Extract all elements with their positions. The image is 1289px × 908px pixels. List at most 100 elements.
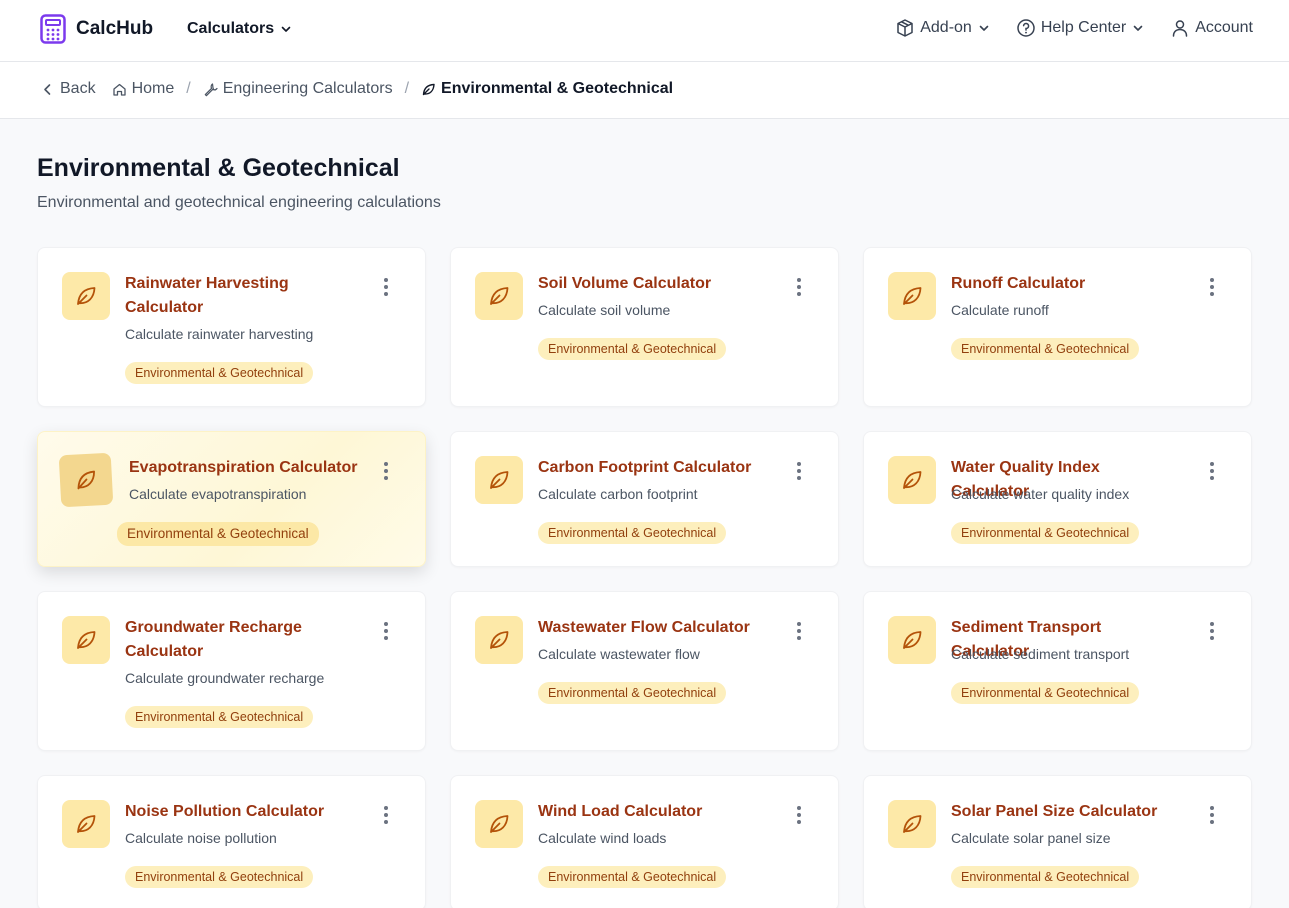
calculators-menu[interactable]: Calculators	[187, 20, 292, 38]
more-options-icon[interactable]	[796, 622, 802, 640]
page-subtitle: Environmental and geotechnical engineeri…	[37, 194, 441, 211]
card-icon-box	[888, 272, 936, 320]
card-icon-box	[58, 452, 114, 508]
more-options-icon[interactable]	[796, 462, 802, 480]
category-badge: Environmental & Geotechnical	[538, 338, 727, 360]
card-description: Calculate groundwater recharge	[125, 670, 325, 686]
account-menu[interactable]: Account	[1170, 18, 1253, 38]
calculator-card[interactable]: Wastewater Flow Calculator Calculate was…	[450, 591, 839, 751]
leaf-icon	[903, 815, 922, 833]
card-title[interactable]: Wind Load Calculator	[538, 800, 758, 824]
card-icon-box	[475, 272, 523, 320]
card-icon-box	[62, 272, 110, 320]
category-badge: Environmental & Geotechnical	[117, 522, 319, 546]
back-link[interactable]: Back	[40, 80, 96, 98]
card-description: Calculate carbon footprint	[538, 486, 698, 502]
addon-menu-label: Add-on	[920, 19, 972, 36]
help-center-menu[interactable]: Help Center	[1016, 18, 1144, 38]
more-options-icon[interactable]	[1209, 462, 1215, 480]
card-title[interactable]: Rainwater Harvesting Calculator	[125, 272, 345, 320]
help-circle-icon	[1017, 19, 1035, 37]
card-title[interactable]: Soil Volume Calculator	[538, 272, 758, 296]
calculator-card[interactable]: Water Quality Index Calculator Calculate…	[863, 431, 1252, 567]
calculator-card[interactable]: Soil Volume Calculator Calculate soil vo…	[450, 247, 839, 407]
brand[interactable]: CalcHub	[40, 14, 153, 44]
more-options-icon[interactable]	[796, 806, 802, 824]
more-options-icon[interactable]	[796, 278, 802, 296]
card-description: Calculate wind loads	[538, 830, 667, 846]
calculator-card[interactable]: Rainwater Harvesting Calculator Calculat…	[37, 247, 426, 407]
calculator-card[interactable]: Evapotranspiration Calculator Calculate …	[37, 431, 426, 567]
calculator-card[interactable]: Noise Pollution Calculator Calculate noi…	[37, 775, 426, 908]
breadcrumb-current-label: Environmental & Geotechnical	[441, 80, 674, 97]
leaf-icon	[422, 83, 435, 95]
calculator-card[interactable]: Runoff Calculator Calculate runoff Envir…	[863, 247, 1252, 407]
breadcrumb-separator: /	[404, 80, 410, 97]
chevron-down-icon	[281, 26, 291, 32]
addon-menu[interactable]: Add-on	[895, 18, 990, 38]
card-description: Calculate soil volume	[538, 302, 671, 318]
more-options-icon[interactable]	[383, 622, 389, 640]
leaf-icon	[490, 287, 509, 305]
chevron-down-icon	[979, 25, 989, 31]
card-icon-box	[475, 616, 523, 664]
card-icon-box	[475, 800, 523, 848]
more-options-icon[interactable]	[383, 806, 389, 824]
back-label: Back	[60, 80, 96, 97]
category-badge: Environmental & Geotechnical	[538, 522, 727, 544]
breadcrumb-separator: /	[186, 80, 191, 97]
card-description: Calculate rainwater harvesting	[125, 326, 314, 342]
category-badge: Environmental & Geotechnical	[951, 866, 1140, 888]
category-badge: Environmental & Geotechnical	[951, 682, 1140, 704]
chevron-left-icon	[44, 83, 51, 95]
leaf-icon	[903, 471, 922, 489]
calculator-card[interactable]: Groundwater Recharge Calculator Calculat…	[37, 591, 426, 751]
leaf-icon	[490, 631, 509, 649]
card-title[interactable]: Noise Pollution Calculator	[125, 800, 345, 824]
calculator-logo-icon	[40, 14, 66, 44]
breadcrumb-engineering[interactable]: Engineering Calculators	[203, 80, 393, 98]
calculator-card[interactable]: Solar Panel Size Calculator Calculate so…	[863, 775, 1252, 908]
top-navbar: CalcHub Calculators Add-on Help Center A…	[0, 0, 1289, 62]
breadcrumb-home-label: Home	[131, 80, 175, 97]
more-options-icon[interactable]	[383, 462, 389, 480]
card-title[interactable]: Groundwater Recharge Calculator	[125, 616, 345, 664]
breadcrumb: Back Home / Engineering Calculators / En…	[40, 80, 673, 98]
calculators-menu-label: Calculators	[187, 20, 275, 37]
leaf-icon	[490, 815, 509, 833]
card-title[interactable]: Carbon Footprint Calculator	[538, 456, 758, 480]
help-center-label: Help Center	[1040, 19, 1127, 36]
card-description: Calculate noise pollution	[125, 830, 277, 846]
card-title[interactable]: Evapotranspiration Calculator	[129, 456, 359, 480]
breadcrumb-home[interactable]: Home	[112, 80, 175, 98]
brand-name: CalcHub	[76, 18, 154, 39]
card-title[interactable]: Runoff Calculator	[951, 272, 1171, 296]
card-icon-box	[62, 800, 110, 848]
card-icon-box	[62, 616, 110, 664]
leaf-icon	[490, 471, 509, 489]
account-label: Account	[1195, 19, 1253, 36]
category-badge: Environmental & Geotechnical	[125, 362, 314, 384]
more-options-icon[interactable]	[1209, 806, 1215, 824]
package-icon	[897, 19, 913, 37]
card-title[interactable]: Wastewater Flow Calculator	[538, 616, 758, 640]
category-badge: Environmental & Geotechnical	[538, 866, 727, 888]
card-title[interactable]: Solar Panel Size Calculator	[951, 800, 1171, 824]
more-options-icon[interactable]	[383, 278, 389, 296]
calculator-card[interactable]: Wind Load Calculator Calculate wind load…	[450, 775, 839, 908]
category-badge: Environmental & Geotechnical	[125, 866, 314, 888]
home-icon	[112, 83, 126, 96]
leaf-icon	[77, 815, 96, 833]
calculator-card[interactable]: Sediment Transport Calculator Calculate …	[863, 591, 1252, 751]
card-description: Calculate wastewater flow	[538, 646, 700, 662]
page-title: Environmental & Geotechnical	[37, 154, 400, 182]
more-options-icon[interactable]	[1209, 622, 1215, 640]
category-badge: Environmental & Geotechnical	[125, 706, 314, 728]
more-options-icon[interactable]	[1209, 278, 1215, 296]
leaf-icon	[903, 287, 922, 305]
wrench-icon	[204, 82, 218, 96]
card-description: Calculate evapotranspiration	[129, 486, 307, 502]
calculator-card[interactable]: Carbon Footprint Calculator Calculate ca…	[450, 431, 839, 567]
category-badge: Environmental & Geotechnical	[951, 338, 1140, 360]
card-icon-box	[475, 456, 523, 504]
